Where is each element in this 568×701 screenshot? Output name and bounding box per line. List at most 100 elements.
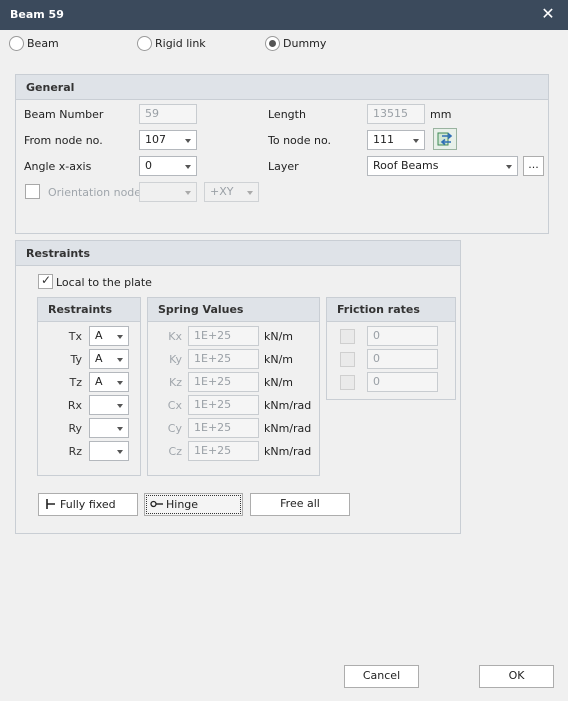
from-node-value: 107 xyxy=(145,133,166,146)
orientation-checkbox[interactable] xyxy=(25,184,40,199)
restraint-select-ty[interactable]: A xyxy=(89,349,129,369)
restraint-value-tz: A xyxy=(95,375,103,388)
friction-checkbox-3[interactable] xyxy=(340,375,355,390)
spring-field-cx: 1E+25 xyxy=(188,395,259,415)
length-field: 13515 xyxy=(367,104,425,124)
spring-unit-cx: kNm/rad xyxy=(264,399,312,412)
dof-label-tx: Tx xyxy=(68,330,82,343)
spring-unit-kz: kN/m xyxy=(264,376,294,389)
spring-values-title: Spring Values xyxy=(148,298,319,322)
spring-field-ky: 1E+25 xyxy=(188,349,259,369)
chevron-down-icon xyxy=(117,358,123,362)
restraints-title: Restraints xyxy=(16,241,460,266)
hinge-label: Hinge xyxy=(166,498,199,511)
chevron-down-icon xyxy=(506,165,512,169)
chevron-down-icon xyxy=(117,427,123,431)
chevron-down-icon xyxy=(185,165,191,169)
chevron-down-icon xyxy=(185,191,191,195)
to-node-value: 111 xyxy=(373,133,394,146)
spring-field-kx: 1E+25 xyxy=(188,326,259,346)
radio-beam[interactable] xyxy=(9,36,24,51)
spring-field-cz: 1E+25 xyxy=(188,441,259,461)
radio-rigid-link[interactable] xyxy=(137,36,152,51)
beam-number-field: 59 xyxy=(139,104,197,124)
restraints-panel-title: Restraints xyxy=(38,298,140,322)
spring-unit-cy: kNm/rad xyxy=(264,422,312,435)
spring-label-cx: Cx xyxy=(167,399,182,412)
radio-dummy[interactable] xyxy=(265,36,280,51)
spring-label-cy: Cy xyxy=(167,422,182,435)
chevron-down-icon xyxy=(413,139,419,143)
angle-label: Angle x-axis xyxy=(24,160,92,173)
restraint-select-rx[interactable] xyxy=(89,395,129,415)
restraint-select-tx[interactable]: A xyxy=(89,326,129,346)
spring-field-cy: 1E+25 xyxy=(188,418,259,438)
friction-checkbox-1[interactable] xyxy=(340,329,355,344)
restraint-select-ry[interactable] xyxy=(89,418,129,438)
chevron-down-icon xyxy=(117,335,123,339)
beam-number-label: Beam Number xyxy=(24,108,104,121)
swap-nodes-button[interactable] xyxy=(433,128,457,150)
radio-beam-label: Beam xyxy=(27,37,59,50)
chevron-down-icon xyxy=(117,381,123,385)
layer-more-button[interactable]: ... xyxy=(523,156,544,176)
orientation-axis-value: +XY xyxy=(210,185,234,198)
spring-label-ky: Ky xyxy=(169,353,182,366)
restraint-value-tx: A xyxy=(95,329,103,342)
dof-label-rx: Rx xyxy=(67,399,82,412)
checkmark-icon: ✓ xyxy=(41,273,52,287)
dof-label-ry: Ry xyxy=(68,422,82,435)
spring-unit-ky: kN/m xyxy=(264,353,294,366)
general-title: General xyxy=(16,75,548,100)
title-bar: Beam 59 ✕ xyxy=(0,0,568,30)
swap-nodes-icon xyxy=(437,132,453,146)
restraint-value-ty: A xyxy=(95,352,103,365)
chevron-down-icon xyxy=(117,450,123,454)
length-label: Length xyxy=(268,108,306,121)
spring-label-kx: Kx xyxy=(168,330,182,343)
friction-field-2: 0 xyxy=(367,349,438,369)
dof-label-rz: Rz xyxy=(68,445,82,458)
orientation-axis-select[interactable]: +XY xyxy=(204,182,259,202)
dof-label-tz: Tz xyxy=(69,376,83,389)
close-icon[interactable]: ✕ xyxy=(538,5,558,23)
chevron-down-icon xyxy=(185,139,191,143)
general-group: General xyxy=(15,74,549,234)
chevron-down-icon xyxy=(117,404,123,408)
spring-label-kz: Kz xyxy=(169,376,182,389)
orientation-node-select[interactable] xyxy=(139,182,197,202)
local-plate-checkbox[interactable]: ✓ xyxy=(38,273,53,289)
length-unit: mm xyxy=(430,108,452,121)
to-node-select[interactable]: 111 xyxy=(367,130,425,150)
fixed-support-icon xyxy=(45,494,57,521)
ok-button[interactable]: OK xyxy=(479,665,554,688)
cancel-button[interactable]: Cancel xyxy=(344,665,419,688)
friction-field-3: 0 xyxy=(367,372,438,392)
fully-fixed-button[interactable]: Fully fixed xyxy=(38,493,138,516)
dof-label-ty: Ty xyxy=(70,353,82,366)
chevron-down-icon xyxy=(247,191,253,195)
restraint-select-rz[interactable] xyxy=(89,441,129,461)
free-all-button[interactable]: Free all xyxy=(250,493,350,516)
to-node-label: To node no. xyxy=(268,134,332,147)
local-plate-label: Local to the plate xyxy=(56,276,152,289)
restraint-select-tz[interactable]: A xyxy=(89,372,129,392)
spring-field-kz: 1E+25 xyxy=(188,372,259,392)
layer-value: Roof Beams xyxy=(373,159,439,172)
spring-unit-kx: kN/m xyxy=(264,330,294,343)
from-node-select[interactable]: 107 xyxy=(139,130,197,150)
spring-label-cz: Cz xyxy=(168,445,182,458)
radio-dummy-label: Dummy xyxy=(283,37,327,50)
layer-label: Layer xyxy=(268,160,299,173)
hinge-button[interactable]: Hinge xyxy=(144,493,243,516)
angle-value: 0 xyxy=(145,159,152,172)
fully-fixed-label: Fully fixed xyxy=(60,498,116,511)
friction-checkbox-2[interactable] xyxy=(340,352,355,367)
layer-select[interactable]: Roof Beams xyxy=(367,156,518,176)
from-node-label: From node no. xyxy=(24,134,103,147)
window-title: Beam 59 xyxy=(10,8,64,21)
angle-select[interactable]: 0 xyxy=(139,156,197,176)
hinge-icon xyxy=(150,494,164,521)
friction-field-1: 0 xyxy=(367,326,438,346)
friction-rates-title: Friction rates xyxy=(327,298,455,322)
